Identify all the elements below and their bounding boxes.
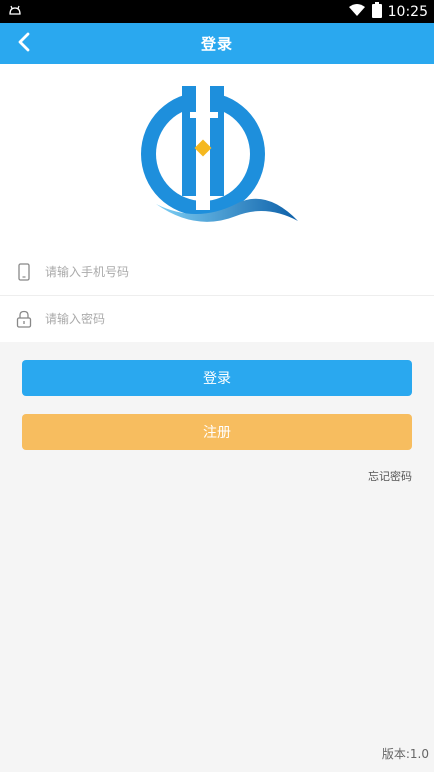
phone-field-row: [0, 249, 434, 295]
title-bar: 登录: [0, 23, 434, 64]
login-form-panel: [0, 64, 434, 342]
battery-icon: [371, 1, 382, 22]
app-logo: [136, 86, 302, 226]
page-title: 登录: [200, 35, 233, 53]
password-field-row: [0, 296, 434, 342]
chevron-left-icon: [17, 32, 31, 56]
status-right: 10:25: [348, 1, 428, 22]
status-time: 10:25: [387, 3, 428, 20]
login-button[interactable]: 登录: [22, 360, 412, 396]
password-input[interactable]: [45, 304, 405, 334]
wifi-icon: [348, 2, 366, 21]
phone-input[interactable]: [45, 257, 405, 287]
version-label: 版本:1.0: [381, 747, 429, 761]
status-bar: 10:25: [0, 0, 434, 23]
lock-icon: [15, 309, 33, 329]
android-notification-icon: [8, 2, 22, 21]
status-left: [8, 2, 22, 21]
back-button[interactable]: [6, 23, 42, 64]
register-button[interactable]: 注册: [22, 414, 412, 450]
phone-icon: [15, 262, 33, 282]
forgot-password-link[interactable]: 忘记密码: [368, 468, 412, 484]
